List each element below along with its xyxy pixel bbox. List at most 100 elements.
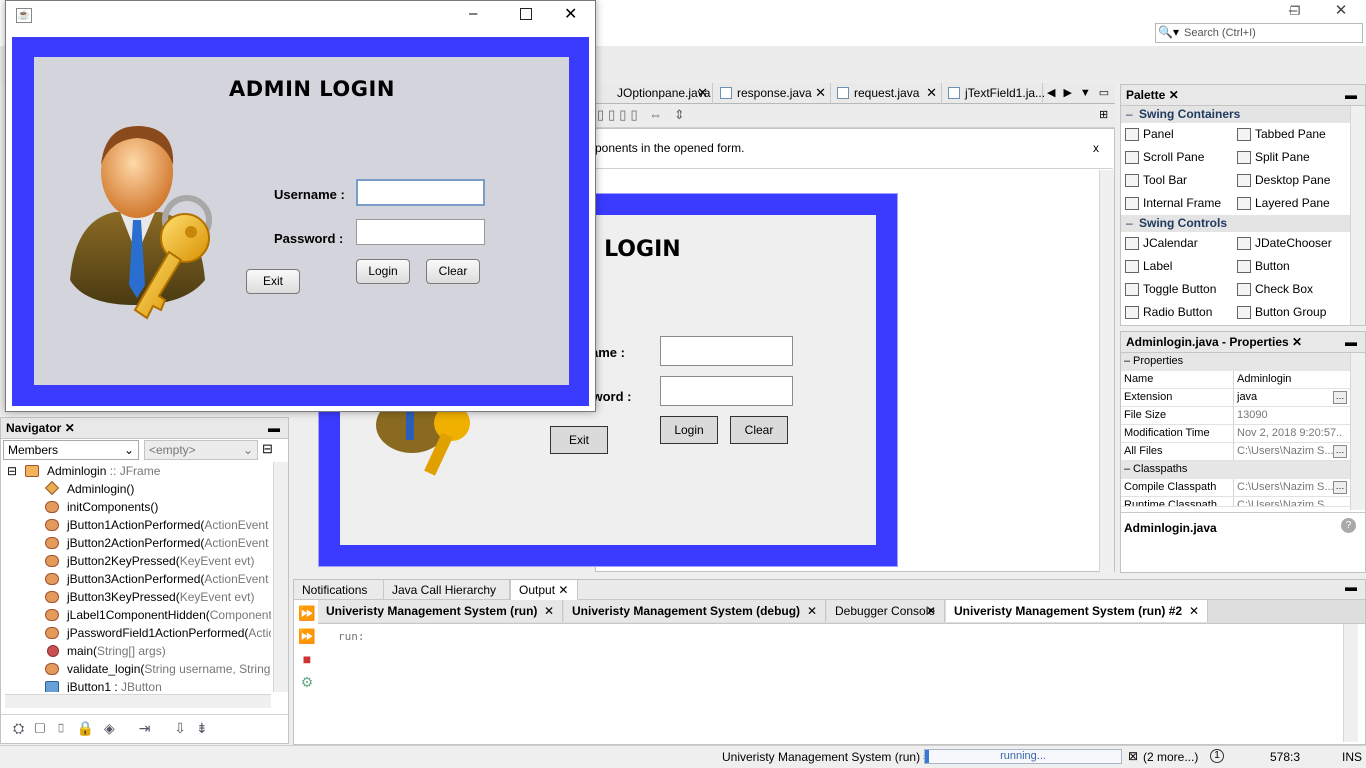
ellipsis-button[interactable]: …: [1333, 445, 1347, 458]
tab-joptionpane[interactable]: ✕ JOptionpane.java: [595, 83, 713, 104]
close-icon[interactable]: ✕: [1169, 88, 1179, 102]
close-icon[interactable]: ✕: [65, 421, 75, 435]
close-icon[interactable]: ✕: [544, 600, 554, 622]
palette-scrollbar[interactable]: [1350, 106, 1365, 325]
maximize-icon[interactable]: [520, 8, 532, 20]
tasks-icon[interactable]: ⊠: [1128, 749, 1138, 763]
design-scrollbar[interactable]: [1099, 170, 1114, 572]
more-tasks-link[interactable]: (2 more...): [1143, 750, 1198, 764]
property-row[interactable]: Extension java…: [1121, 389, 1365, 407]
design-password-field[interactable]: [660, 376, 793, 406]
palette-item-tool-bar[interactable]: Tool Bar: [1121, 169, 1233, 192]
close-icon[interactable]: ✕: [815, 83, 826, 103]
properties-scrollbar[interactable]: [1350, 353, 1365, 510]
empty-dropdown[interactable]: <empty> ⌄: [144, 440, 258, 460]
grid-icon[interactable]: ⊞: [1099, 108, 1108, 121]
close-icon[interactable]: ✕: [558, 583, 568, 597]
close-icon[interactable]: ✕: [1189, 600, 1199, 622]
property-value[interactable]: Adminlogin: [1233, 371, 1343, 388]
palette-item-jdatechooser[interactable]: JDateChooser: [1233, 232, 1347, 255]
list-item[interactable]: validate_login(String username, String p…: [5, 660, 271, 678]
ide-restore-icon[interactable]: ❐: [1272, 0, 1318, 24]
list-item[interactable]: jButton2ActionPerformed(ActionEvent evt): [5, 534, 271, 552]
palette-item-scroll-pane[interactable]: Scroll Pane: [1121, 146, 1233, 169]
list-item[interactable]: jPasswordField1ActionPerformed(ActionEve: [5, 624, 271, 642]
list-item[interactable]: jButton1 : JButton: [5, 678, 271, 692]
tab-debug[interactable]: Univeristy Management System (debug) ✕: [564, 600, 826, 622]
palette-item-split-pane[interactable]: Split Pane: [1233, 146, 1347, 169]
output-scrollbar[interactable]: [1343, 624, 1358, 742]
palette-category-swing-controls[interactable]: Swing Controls: [1121, 215, 1365, 232]
close-icon[interactable]: ✕: [697, 83, 708, 103]
palette-item-tabbed-pane[interactable]: Tabbed Pane: [1233, 123, 1347, 146]
design-login-button[interactable]: Login: [660, 416, 718, 444]
tab-request[interactable]: request.java ✕: [832, 83, 942, 104]
search-input[interactable]: 🔍▾ Search (Ctrl+I): [1155, 23, 1363, 43]
window-title-bar[interactable]: ☕ – ✕: [6, 1, 595, 31]
hierarchy-icon[interactable]: ⊟: [262, 441, 273, 457]
password-field[interactable]: [356, 219, 485, 245]
navigator-filter-toolbar[interactable]: ⛭▢▯🔒◈ ⇥ ⇩⇟: [1, 714, 288, 744]
list-item[interactable]: jButton3KeyPressed(KeyEvent evt): [5, 588, 271, 606]
close-icon[interactable]: ✕: [807, 600, 817, 622]
property-row[interactable]: All Files C:\Users\Nazim S...…: [1121, 443, 1365, 461]
property-value[interactable]: java: [1233, 389, 1343, 406]
classpaths-section[interactable]: Classpaths: [1121, 461, 1365, 479]
help-icon[interactable]: ?: [1341, 518, 1356, 533]
hint-close-button[interactable]: x: [1093, 141, 1099, 155]
tab-notifications[interactable]: Notifications: [294, 580, 384, 600]
palette-item-button-group[interactable]: Button Group: [1233, 301, 1347, 324]
list-item[interactable]: Adminlogin(): [5, 480, 271, 498]
design-username-field[interactable]: [660, 336, 793, 366]
tab-debugger-console[interactable]: Debugger Console ✕: [827, 600, 945, 622]
palette-item-check-box[interactable]: Check Box: [1233, 278, 1347, 301]
tab-output[interactable]: Output ✕: [510, 580, 578, 600]
minimize-icon[interactable]: ▬: [1345, 332, 1357, 352]
palette-item-button[interactable]: Button: [1233, 255, 1347, 278]
property-row[interactable]: File Size 13090: [1121, 407, 1365, 425]
ellipsis-button[interactable]: …: [1333, 391, 1347, 404]
minimize-icon[interactable]: –: [469, 5, 477, 22]
design-clear-button[interactable]: Clear: [730, 416, 788, 444]
design-exit-button[interactable]: Exit: [550, 426, 608, 454]
close-icon[interactable]: ✕: [564, 4, 577, 24]
list-item[interactable]: jButton2KeyPressed(KeyEvent evt): [5, 552, 271, 570]
palette-category-swing-containers[interactable]: Swing Containers: [1121, 106, 1365, 123]
tab-java-call-hierarchy[interactable]: Java Call Hierarchy: [384, 580, 510, 600]
palette-item-radio-button[interactable]: Radio Button: [1121, 301, 1233, 324]
login-button[interactable]: Login: [356, 259, 410, 284]
tree-root-adminlogin[interactable]: ⊟ Adminlogin :: JFrame: [5, 462, 271, 480]
tab-run-2[interactable]: Univeristy Management System (run) #2 ✕: [946, 600, 1208, 622]
tab-run[interactable]: Univeristy Management System (run) ✕: [318, 600, 563, 622]
palette-item-label[interactable]: Label: [1121, 255, 1233, 278]
minimize-icon[interactable]: ▬: [1345, 580, 1357, 594]
output-side-toolbar[interactable]: ⏩ ⏩ ■ ⚙: [296, 602, 318, 742]
close-icon[interactable]: ✕: [1318, 0, 1364, 24]
list-item[interactable]: jButton3ActionPerformed(ActionEvent evt): [5, 570, 271, 588]
username-field[interactable]: [356, 179, 485, 206]
clear-button[interactable]: Clear: [426, 259, 480, 284]
minimize-icon[interactable]: ▬: [1345, 85, 1357, 105]
navigator-vscrollbar[interactable]: [273, 462, 288, 692]
collapse-icon[interactable]: ⊟: [7, 462, 17, 480]
close-icon[interactable]: ✕: [926, 600, 936, 622]
close-icon[interactable]: ✕: [926, 83, 937, 103]
palette-item-internal-frame[interactable]: Internal Frame: [1121, 192, 1233, 215]
palette-item-toggle-button[interactable]: Toggle Button: [1121, 278, 1233, 301]
tab-scroll-icons[interactable]: ◀▶▼▭: [1047, 83, 1117, 103]
palette-item-desktop-pane[interactable]: Desktop Pane: [1233, 169, 1347, 192]
palette-item-layered-pane[interactable]: Layered Pane: [1233, 192, 1347, 215]
align-icons[interactable]: ▯▯▯▯ ⇔ ⇕: [597, 107, 689, 123]
palette-item-jcalendar[interactable]: JCalendar: [1121, 232, 1233, 255]
property-row[interactable]: Compile Classpath C:\Users\Nazim S...…: [1121, 479, 1365, 497]
list-item[interactable]: jButton1ActionPerformed(ActionEvent evt): [5, 516, 271, 534]
notifications-badge[interactable]: 1: [1210, 749, 1224, 763]
property-row[interactable]: Runtime Classpath C:\Users\Nazim S...: [1121, 497, 1365, 507]
members-dropdown[interactable]: Members ⌄: [3, 440, 139, 460]
minimize-icon[interactable]: ▬: [268, 418, 280, 438]
tab-response[interactable]: response.java ✕: [715, 83, 831, 104]
properties-section[interactable]: Properties: [1121, 353, 1365, 371]
list-item[interactable]: main(String[] args): [5, 642, 271, 660]
list-item[interactable]: initComponents(): [5, 498, 271, 516]
navigator-hscrollbar[interactable]: [5, 694, 271, 708]
